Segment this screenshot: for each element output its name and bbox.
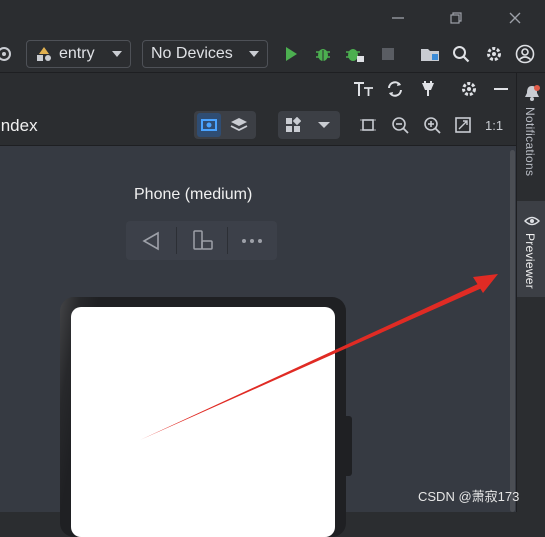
right-tool-strip: Notifications Previewer (516, 73, 545, 512)
notifications-button[interactable] (524, 85, 540, 106)
watermark: CSDN @萧寂173 (418, 489, 520, 504)
notifications-tab-label[interactable]: Notifications (523, 107, 537, 176)
annotation-arrow-icon (140, 274, 498, 440)
bell-icon (525, 85, 540, 101)
previewer-tab-label: Previewer (523, 233, 537, 290)
eye-icon (523, 214, 541, 232)
